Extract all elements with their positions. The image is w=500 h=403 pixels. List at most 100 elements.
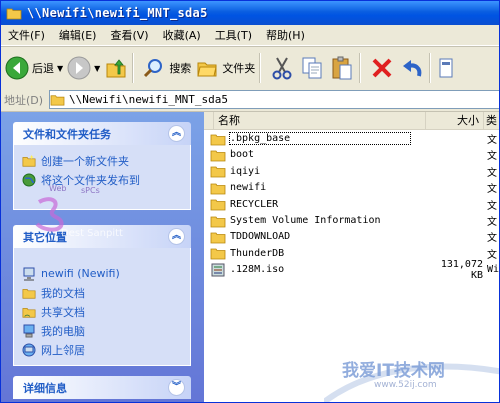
expand-chevron-icon[interactable]: ︾	[168, 379, 185, 396]
toolbar-separator	[259, 53, 262, 83]
file-name: iqiyi	[230, 165, 261, 177]
other-place-network-places[interactable]: 网上邻居	[22, 340, 190, 359]
other-places-body: newifi (Newifi) 我的文档 共享文档 我的电脑 网上邻居	[13, 248, 191, 366]
make-new-folder-link[interactable]: 创建一个新文件夹	[22, 151, 190, 170]
column-header-row: 名称 大小 类	[204, 112, 499, 130]
back-label: 后退	[32, 62, 54, 75]
menu-tools[interactable]: 工具(T)	[208, 27, 259, 43]
folder-icon	[6, 8, 22, 20]
file-name: .128M.iso	[230, 264, 285, 276]
address-field[interactable]: \\Newifi\newifi_MNT_sda5	[49, 90, 499, 109]
globe-icon	[22, 173, 36, 186]
file-row[interactable]: .bpkg_base 文	[204, 130, 499, 147]
menu-help[interactable]: 帮助(H)	[259, 27, 312, 43]
explorer-window: \\Newifi\newifi_MNT_sda5 文件(F) 编辑(E) 查看(…	[0, 0, 500, 403]
file-tasks-header[interactable]: 文件和文件夹任务 ︽	[13, 122, 191, 145]
watermark-site-url: www.52ij.com	[374, 380, 437, 390]
search-button[interactable]: 搜索	[142, 51, 191, 85]
address-label: 地址(D)	[4, 94, 44, 107]
file-row[interactable]: .128M.iso 131,072 KB Wi	[204, 259, 500, 281]
forward-button[interactable]: ▼	[67, 51, 100, 85]
watermark-logo-text: Dest Sanpitt	[61, 228, 123, 239]
copy-button[interactable]	[299, 51, 325, 85]
menu-view[interactable]: 查看(V)	[103, 27, 155, 43]
column-type[interactable]: 类	[484, 112, 499, 129]
title-bar[interactable]: \\Newifi\newifi_MNT_sda5	[1, 1, 499, 25]
file-type: 文	[487, 151, 497, 163]
file-type: 文	[487, 233, 497, 245]
file-list-pane: 名称 大小 类 .bpkg_base 文 boot 文 iqiyi 文 newifi 文 REC…	[204, 112, 500, 402]
menu-edit[interactable]: 编辑(E)	[52, 27, 104, 43]
delete-x-icon	[372, 58, 392, 78]
search-label: 搜索	[169, 62, 192, 75]
address-bar: 地址(D) \\Newifi\newifi_MNT_sda5	[1, 89, 499, 112]
copy-icon	[302, 57, 322, 79]
toolbar-separator	[132, 53, 135, 83]
file-name: TDDOWNLOAD	[230, 231, 291, 243]
folder-icon	[210, 150, 226, 162]
task-pane: 文件和文件夹任务 ︽ 创建一个新文件夹 将这个文件夹发布到 其它位置 ︽ new…	[1, 112, 204, 402]
file-name: ThunderDB	[230, 247, 285, 259]
collapse-chevron-icon[interactable]: ︽	[168, 125, 185, 142]
column-size[interactable]: 大小	[426, 112, 484, 129]
new-folder-icon	[22, 154, 36, 167]
file-row[interactable]: boot 文	[204, 146, 499, 163]
watermark-site: 我爱IT技术网 www.52ij.com	[324, 352, 499, 402]
forward-arrow-icon	[67, 56, 91, 80]
views-button[interactable]	[439, 51, 453, 85]
folders-button[interactable]: 文件夹	[195, 51, 255, 85]
menu-bar: 文件(F) 编辑(E) 查看(V) 收藏(A) 工具(T) 帮助(H)	[1, 25, 499, 46]
shared-folder-icon	[22, 307, 36, 318]
column-name[interactable]: 名称	[214, 112, 426, 129]
file-row[interactable]: RECYCLER 文	[204, 196, 499, 213]
folder-icon	[210, 232, 226, 244]
column-spacer	[204, 112, 214, 129]
iso-file-icon	[211, 263, 225, 277]
other-place-shared-documents[interactable]: 共享文档	[22, 302, 190, 321]
dropdown-arrow-icon[interactable]: ▼	[57, 64, 63, 73]
back-button[interactable]: 后退 ▼	[5, 51, 63, 85]
file-row[interactable]: System Volume Information 文	[204, 212, 499, 229]
undo-button[interactable]	[399, 51, 425, 85]
publish-folder-link[interactable]: 将这个文件夹发布到	[22, 170, 190, 189]
folders-label: 文件夹	[222, 62, 256, 75]
folder-icon	[210, 183, 226, 195]
details-panel: 详细信息 ︾	[13, 376, 191, 399]
window-title: \\Newifi\newifi_MNT_sda5	[27, 6, 208, 20]
file-type: 文	[487, 167, 497, 179]
delete-button[interactable]	[369, 51, 395, 85]
paste-button[interactable]	[329, 51, 355, 85]
menu-file[interactable]: 文件(F)	[1, 27, 52, 43]
dropdown-arrow-icon[interactable]: ▼	[94, 64, 100, 73]
watermark-logo: Web sPCs Dest Sanpitt	[31, 184, 171, 240]
file-name: newifi	[230, 182, 267, 194]
file-name: boot	[230, 149, 255, 161]
file-name: System Volume Information	[230, 215, 381, 226]
watermark-site-cn: 我爱IT技术网	[342, 361, 445, 381]
network-computer-icon	[23, 267, 35, 280]
menu-favorites[interactable]: 收藏(A)	[156, 27, 208, 43]
search-icon	[144, 59, 163, 78]
other-place-newifi[interactable]: newifi (Newifi)	[22, 264, 190, 283]
file-type: 文	[487, 249, 497, 261]
other-place-network-places-label: 网上邻居	[41, 343, 85, 357]
cut-button[interactable]	[269, 51, 295, 85]
other-place-my-computer[interactable]: 我的电脑	[22, 321, 190, 340]
toolbar-separator	[429, 53, 432, 83]
folder-icon	[210, 134, 226, 145]
other-place-my-documents[interactable]: 我的文档	[22, 283, 190, 302]
scissors-icon	[272, 57, 292, 80]
up-button[interactable]	[104, 51, 128, 85]
file-row[interactable]: iqiyi 文	[204, 163, 499, 180]
address-text: \\Newifi\newifi_MNT_sda5	[69, 93, 228, 106]
other-places-panel: 其它位置 ︽ newifi (Newifi) 我的文档 共享文档 我的电脑 网上…	[13, 225, 191, 366]
other-place-my-computer-label: 我的电脑	[41, 324, 85, 338]
file-row[interactable]: newifi 文	[204, 179, 499, 196]
file-row[interactable]: TDDOWNLOAD 文	[204, 228, 499, 245]
file-type: Wi	[487, 264, 500, 276]
file-tasks-title: 文件和文件夹任务	[23, 127, 111, 141]
network-places-icon	[22, 343, 36, 356]
documents-folder-icon	[22, 288, 36, 299]
details-header[interactable]: 详细信息 ︾	[13, 376, 191, 399]
other-place-newifi-label: newifi (Newifi)	[41, 267, 120, 280]
